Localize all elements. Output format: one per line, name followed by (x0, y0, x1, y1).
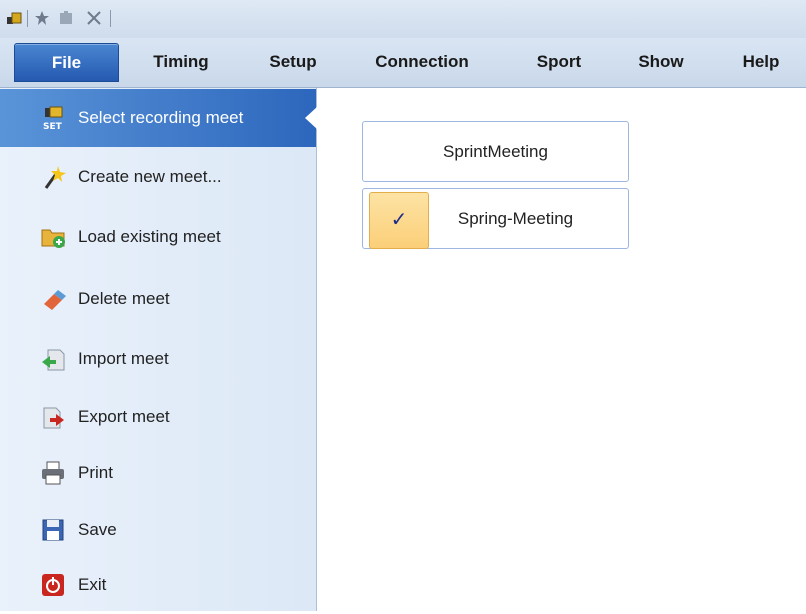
menu-item-save[interactable]: Save (0, 501, 316, 559)
menu-item-import-meet[interactable]: Import meet (0, 330, 316, 388)
meet-option-sprintmeeting[interactable]: SprintMeeting (362, 121, 629, 182)
puzzle-icon[interactable] (58, 10, 74, 26)
menu-item-select-recording-meet[interactable]: SET Select recording meet (0, 89, 317, 147)
menu-item-label: Import meet (78, 349, 169, 368)
menu-item-label: Print (78, 463, 113, 482)
folder-add-icon (41, 229, 65, 248)
tools-icon[interactable] (86, 10, 102, 26)
wand-icon (44, 166, 66, 189)
active-indicator (305, 107, 317, 129)
svg-text:SET: SET (43, 122, 63, 131)
file-menu: SET Select recording meet Create new mee… (0, 88, 317, 611)
menu-item-export-meet[interactable]: Export meet (0, 388, 316, 446)
tab-file[interactable]: File (14, 43, 119, 82)
floppy-icon (42, 519, 64, 541)
eraser-icon (44, 290, 66, 310)
camera-icon[interactable] (6, 10, 22, 26)
menu-item-label: Save (78, 520, 117, 539)
printer-icon (42, 461, 64, 485)
meet-option-spring-meeting[interactable]: ✓ Spring-Meeting (362, 188, 629, 249)
tab-timing[interactable]: Timing (140, 43, 222, 80)
menu-item-label: Export meet (78, 407, 170, 426)
star-icon[interactable] (34, 10, 50, 26)
menu-item-print[interactable]: Print (0, 444, 316, 502)
import-icon (42, 349, 65, 371)
toolbar-separator (27, 10, 28, 27)
menu-bar: File Timing Setup Connection Sport Show … (0, 38, 806, 88)
menu-item-label: Exit (78, 575, 107, 594)
quick-access-toolbar (0, 0, 806, 38)
export-icon (43, 407, 64, 429)
tab-setup[interactable]: Setup (258, 43, 328, 80)
tab-help[interactable]: Help (730, 43, 792, 80)
power-icon (42, 574, 64, 596)
menu-item-create-new-meet[interactable]: Create new meet... (0, 148, 316, 206)
meet-label: Spring-Meeting (457, 209, 574, 228)
menu-item-label: Select recording meet (78, 108, 244, 127)
tab-sport[interactable]: Sport (524, 43, 594, 80)
toolbar-separator (110, 10, 111, 27)
menu-item-load-existing-meet[interactable]: Load existing meet (0, 208, 316, 266)
menu-item-label: Delete meet (78, 289, 170, 308)
menu-item-label: Create new meet... (78, 167, 222, 186)
meet-label: SprintMeeting (443, 142, 548, 161)
tab-show[interactable]: Show (628, 43, 694, 80)
tab-connection[interactable]: Connection (362, 43, 482, 80)
menu-item-exit[interactable]: Exit (0, 556, 316, 614)
menu-item-label: Load existing meet (78, 227, 221, 246)
menu-item-delete-meet[interactable]: Delete meet (0, 270, 316, 328)
set-meet-icon: SET (43, 106, 63, 131)
